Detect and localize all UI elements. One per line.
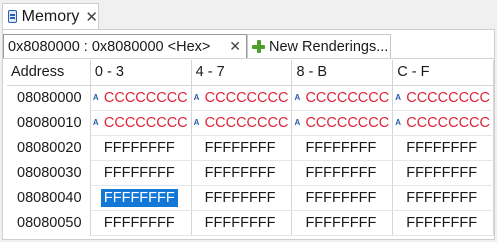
table-row: 08080030 FFFFFFFF FFFFFFFF FFFFFFFF FFFF… — [7, 160, 494, 186]
memory-cell[interactable]: FFFFFFFF — [291, 135, 394, 161]
cell-value: FFFFFFFF — [103, 164, 175, 181]
cell-value: FFFFFFFF — [204, 214, 276, 231]
memory-cell[interactable]: A CCCCCCCC — [90, 110, 192, 136]
rendering-tab-bar: 0x8080000 : 0x8080000 <Hex> ✕ New Render… — [3, 30, 494, 59]
cell-value: FFFFFFFF — [305, 139, 377, 156]
cell-value: FFFFFFFF — [406, 214, 478, 231]
memory-cell[interactable]: FFFFFFFF — [191, 185, 293, 211]
memory-cell[interactable]: A CCCCCCCC — [392, 110, 494, 136]
changed-icon: A — [294, 118, 301, 128]
memory-cell[interactable]: A CCCCCCCC — [291, 85, 394, 111]
memory-icon — [8, 10, 17, 23]
memory-cell[interactable]: FFFFFFFF — [90, 210, 192, 236]
table-row: 08080010 A CCCCCCCC A CCCCCCCC A CCCCCCCC A… — [7, 110, 494, 136]
memory-cell[interactable]: A CCCCCCCC — [191, 85, 293, 111]
row-address: 08080030 — [7, 160, 91, 185]
column-header-4-7[interactable]: 4 - 7 — [191, 60, 293, 86]
close-icon[interactable]: ✕ — [229, 38, 241, 55]
cell-value: FFFFFFFF — [305, 189, 377, 206]
row-address: 08080010 — [7, 110, 91, 135]
row-address: 08080020 — [7, 135, 91, 160]
cell-value: FFFFFFFF — [305, 214, 377, 231]
rendering-tab[interactable]: 0x8080000 : 0x8080000 <Hex> ✕ — [3, 34, 247, 58]
memory-cell[interactable]: FFFFFFFF — [90, 160, 192, 186]
memory-table[interactable]: Address 0 - 3 4 - 7 8 - B C - F 08080000… — [7, 60, 494, 236]
changed-icon: A — [193, 93, 200, 103]
column-header-8-b[interactable]: 8 - B — [291, 60, 394, 86]
cell-value: CCCCCCCC — [204, 114, 289, 131]
memory-cell[interactable]: FFFFFFFF — [291, 160, 394, 186]
memory-cell[interactable]: FFFFFFFF — [191, 135, 293, 161]
table-row: 08080020 FFFFFFFF FFFFFFFF FFFFFFFF FFFF… — [7, 135, 494, 161]
row-address: 08080040 — [7, 185, 91, 210]
cell-value: FFFFFFFF — [406, 189, 478, 206]
row-address: 08080050 — [7, 210, 91, 235]
memory-cell[interactable]: A CCCCCCCC — [191, 110, 293, 136]
memory-cell[interactable]: FFFFFFFF — [291, 185, 394, 211]
memory-cell[interactable]: FFFFFFFF — [392, 135, 494, 161]
cell-value: FFFFFFFF — [406, 164, 478, 181]
changed-icon: A — [395, 93, 401, 103]
changed-icon: A — [92, 93, 99, 103]
close-icon[interactable]: ✕ — [85, 8, 98, 26]
memory-cell[interactable]: FFFFFFFF — [191, 160, 293, 186]
changed-icon: A — [395, 118, 401, 128]
changed-icon: A — [294, 93, 301, 103]
row-address: 08080000 — [7, 85, 91, 110]
memory-cell[interactable]: FFFFFFFF — [291, 210, 394, 236]
add-icon — [252, 40, 265, 53]
column-header-0-3[interactable]: 0 - 3 — [90, 60, 192, 86]
memory-cell[interactable]: A CCCCCCCC — [392, 85, 494, 111]
cell-value: CCCCCCCC — [103, 114, 188, 131]
cell-value: FFFFFFFF — [100, 188, 178, 207]
cell-value: FFFFFFFF — [204, 164, 276, 181]
table-row: 08080050 FFFFFFFF FFFFFFFF FFFFFFFF FFFF… — [7, 210, 494, 236]
changed-icon: A — [92, 118, 99, 128]
cell-value: FFFFFFFF — [103, 139, 175, 156]
memory-cell[interactable]: A CCCCCCCC — [291, 110, 394, 136]
view-tab-bar: Memory ✕ — [0, 0, 497, 30]
memory-cell[interactable]: FFFFFFFF — [392, 160, 494, 186]
column-header-address[interactable]: Address — [7, 60, 91, 86]
table-header-row: Address 0 - 3 4 - 7 8 - B C - F — [7, 60, 494, 86]
memory-panel: 0x8080000 : 0x8080000 <Hex> ✕ New Render… — [2, 29, 495, 240]
column-header-c-f[interactable]: C - F — [392, 60, 494, 86]
memory-cell[interactable]: FFFFFFFF — [191, 210, 293, 236]
cell-value: CCCCCCCC — [305, 89, 390, 106]
cell-value: CCCCCCCC — [406, 89, 490, 106]
cell-value: CCCCCCCC — [406, 114, 490, 131]
cell-value: FFFFFFFF — [103, 214, 175, 231]
rendering-tab-label: 0x8080000 : 0x8080000 <Hex> — [8, 38, 211, 55]
changed-icon: A — [193, 118, 200, 128]
memory-cell[interactable]: FFFFFFFF — [392, 185, 494, 211]
cell-value: FFFFFFFF — [204, 139, 276, 156]
memory-cell[interactable]: FFFFFFFF — [90, 135, 192, 161]
cell-value: CCCCCCCC — [103, 89, 188, 106]
memory-cell[interactable]: A CCCCCCCC — [90, 85, 192, 111]
table-row: 08080040 FFFFFFFF FFFFFFFF FFFFFFFF FFFF… — [7, 185, 494, 211]
cell-value: CCCCCCCC — [204, 89, 289, 106]
memory-cell[interactable]: FFFFFFFF — [392, 210, 494, 236]
new-renderings-label: New Renderings... — [269, 38, 389, 55]
cell-value: CCCCCCCC — [305, 114, 390, 131]
memory-view-tab[interactable]: Memory ✕ — [2, 3, 99, 29]
cell-value: FFFFFFFF — [406, 139, 478, 156]
cell-value: FFFFFFFF — [204, 189, 276, 206]
table-row: 08080000 A CCCCCCCC A CCCCCCCC A CCCCCCCC A… — [7, 85, 494, 111]
memory-view-title: Memory — [21, 7, 80, 25]
cell-value: FFFFFFFF — [305, 164, 377, 181]
memory-cell-selected[interactable]: FFFFFFFF — [90, 185, 192, 211]
new-renderings-tab[interactable]: New Renderings... — [247, 34, 391, 58]
